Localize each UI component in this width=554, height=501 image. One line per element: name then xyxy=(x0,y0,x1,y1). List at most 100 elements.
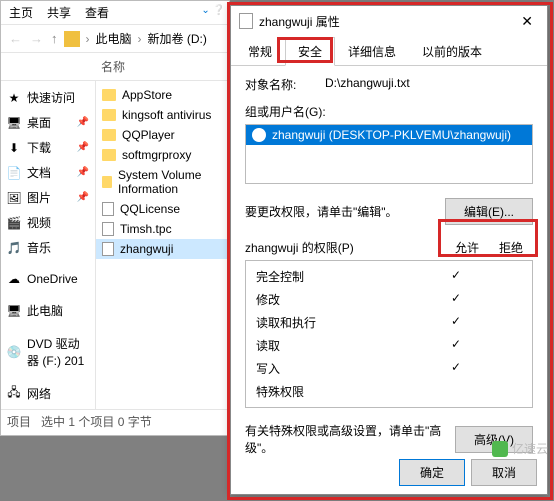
file-row[interactable]: AppStore xyxy=(96,85,229,105)
user-name: zhangwuji (DESKTOP-PKLVEMU\zhangwuji) xyxy=(272,128,511,142)
breadcrumb-sep: › xyxy=(84,32,92,46)
object-name-label: 对象名称: xyxy=(245,76,325,93)
video-icon: 🎬 xyxy=(7,216,21,230)
status-selection: 选中 1 个项目 0 字节 xyxy=(41,413,152,430)
cloud-icon: ☁ xyxy=(7,272,21,286)
check-icon: ✓ xyxy=(434,291,478,308)
nav-music[interactable]: 🎵音乐 xyxy=(1,235,95,260)
file-icon xyxy=(102,242,114,256)
tab-home[interactable]: 主页 xyxy=(9,4,33,21)
perm-row: 特殊权限 xyxy=(246,380,532,403)
tab-security[interactable]: 安全 xyxy=(285,37,335,66)
nav-onedrive[interactable]: ☁OneDrive xyxy=(1,268,95,290)
perm-row: 完全控制✓ xyxy=(246,265,532,288)
file-row-selected[interactable]: zhangwuji xyxy=(96,239,229,259)
pin-icon: 📌 xyxy=(77,167,89,178)
tab-previous[interactable]: 以前的版本 xyxy=(409,37,495,66)
ok-button[interactable]: 确定 xyxy=(399,459,465,486)
status-items: 项目 xyxy=(7,413,31,430)
file-row[interactable]: kingsoft antivirus xyxy=(96,105,229,125)
properties-dialog: zhangwuji 属性 ✕ 常规 安全 详细信息 以前的版本 对象名称: D:… xyxy=(230,5,548,495)
address-bar: ← → ↑ › 此电脑 › 新加卷 (D:) xyxy=(1,25,229,53)
nav-network[interactable]: 🖧网络 xyxy=(1,381,95,406)
permissions-list: 完全控制✓ 修改✓ 读取和执行✓ 读取✓ 写入✓ 特殊权限 xyxy=(245,260,533,408)
cancel-button[interactable]: 取消 xyxy=(471,459,537,486)
desktop-icon: 🖥 xyxy=(7,116,21,130)
tab-general[interactable]: 常规 xyxy=(235,37,285,66)
folder-icon xyxy=(102,89,116,101)
nav-quick-access[interactable]: ★ 快速访问 xyxy=(1,85,95,110)
explorer-ribbon-tabs: 主页 共享 查看 ⌄ ❔ xyxy=(1,1,229,25)
file-row[interactable]: softmgrproxy xyxy=(96,145,229,165)
nav-thispc[interactable]: 🖥此电脑 xyxy=(1,298,95,323)
file-row[interactable]: Timsh.tpc xyxy=(96,219,229,239)
column-headers: 名称 xyxy=(1,53,229,81)
user-list[interactable]: zhangwuji (DESKTOP-PKLVEMU\zhangwuji) xyxy=(245,124,533,184)
download-icon: ⬇ xyxy=(7,141,21,155)
file-row[interactable]: QQLicense xyxy=(96,199,229,219)
collapse-ribbon-icon[interactable]: ⌄ ❔ xyxy=(201,5,225,16)
file-row[interactable]: System Volume Information xyxy=(96,165,229,199)
check-icon: ✓ xyxy=(434,314,478,331)
nav-pane: ★ 快速访问 🖥桌面📌 ⬇下载📌 📄文档📌 🖼图片📌 🎬视频 🎵音乐 ☁OneD… xyxy=(1,81,96,409)
watermark: 亿速云 xyxy=(492,440,548,457)
file-row[interactable]: QQPlayer xyxy=(96,125,229,145)
user-row-selected[interactable]: zhangwuji (DESKTOP-PKLVEMU\zhangwuji) xyxy=(246,125,532,145)
group-user-label: 组或用户名(G): xyxy=(245,103,533,120)
dialog-title: zhangwuji 属性 xyxy=(259,13,340,30)
picture-icon: 🖼 xyxy=(7,191,21,205)
breadcrumb-drive[interactable]: 新加卷 (D:) xyxy=(148,30,207,47)
perm-deny-header: 拒绝 xyxy=(489,239,533,256)
check-icon: ✓ xyxy=(434,268,478,285)
tab-view[interactable]: 查看 xyxy=(85,4,109,21)
object-name-value: D:\zhangwuji.txt xyxy=(325,76,410,93)
perm-header-label: zhangwuji 的权限(P) xyxy=(245,239,445,256)
document-icon: 📄 xyxy=(7,166,21,180)
breadcrumb-sep: › xyxy=(136,32,144,46)
disc-icon: 💿 xyxy=(7,345,21,359)
folder-icon xyxy=(102,129,116,141)
nav-videos[interactable]: 🎬视频 xyxy=(1,210,95,235)
watermark-text: 亿速云 xyxy=(512,440,548,457)
tab-details[interactable]: 详细信息 xyxy=(335,37,409,66)
perm-row: 写入✓ xyxy=(246,357,532,380)
check-icon: ✓ xyxy=(434,337,478,354)
nav-forward-icon[interactable]: → xyxy=(28,31,45,46)
perm-row: 读取✓ xyxy=(246,334,532,357)
file-icon xyxy=(239,13,253,29)
folder-icon xyxy=(102,109,116,121)
nav-desktop[interactable]: 🖥桌面📌 xyxy=(1,110,95,135)
edit-button[interactable]: 编辑(E)... xyxy=(445,198,533,225)
drive-icon xyxy=(64,31,80,47)
perm-row: 读取和执行✓ xyxy=(246,311,532,334)
file-icon xyxy=(102,202,114,216)
dialog-titlebar: zhangwuji 属性 ✕ xyxy=(231,6,547,36)
dialog-buttons: 确定 取消 xyxy=(399,459,537,486)
star-icon: ★ xyxy=(7,91,21,105)
nav-back-icon[interactable]: ← xyxy=(7,31,24,46)
explorer-window: 主页 共享 查看 ⌄ ❔ ← → ↑ › 此电脑 › 新加卷 (D:) 名称 ★… xyxy=(0,0,230,436)
nav-downloads[interactable]: ⬇下载📌 xyxy=(1,135,95,160)
nav-documents[interactable]: 📄文档📌 xyxy=(1,160,95,185)
col-name[interactable]: 名称 xyxy=(101,58,125,75)
nav-pictures[interactable]: 🖼图片📌 xyxy=(1,185,95,210)
breadcrumb-root[interactable]: 此电脑 xyxy=(96,30,132,47)
advanced-hint: 有关特殊权限或高级设置，请单击"高级"。 xyxy=(245,422,455,456)
status-bar: 项目 选中 1 个项目 0 字节 xyxy=(1,409,229,433)
folder-icon xyxy=(102,149,116,161)
network-icon: 🖧 xyxy=(7,387,21,401)
dialog-tabs: 常规 安全 详细信息 以前的版本 xyxy=(231,36,547,66)
check-icon: ✓ xyxy=(434,360,478,377)
user-icon xyxy=(252,128,266,142)
tab-share[interactable]: 共享 xyxy=(47,4,71,21)
file-icon xyxy=(102,222,114,236)
pin-icon: 📌 xyxy=(77,117,89,128)
perm-allow-header: 允许 xyxy=(445,239,489,256)
nav-dvd[interactable]: 💿DVD 驱动器 (F:) 201 xyxy=(1,331,95,373)
pc-icon: 🖥 xyxy=(7,304,21,318)
folder-icon xyxy=(102,176,112,188)
perm-row: 修改✓ xyxy=(246,288,532,311)
close-icon[interactable]: ✕ xyxy=(515,13,539,30)
nav-up-icon[interactable]: ↑ xyxy=(49,31,60,46)
file-list: AppStore kingsoft antivirus QQPlayer sof… xyxy=(96,81,229,409)
